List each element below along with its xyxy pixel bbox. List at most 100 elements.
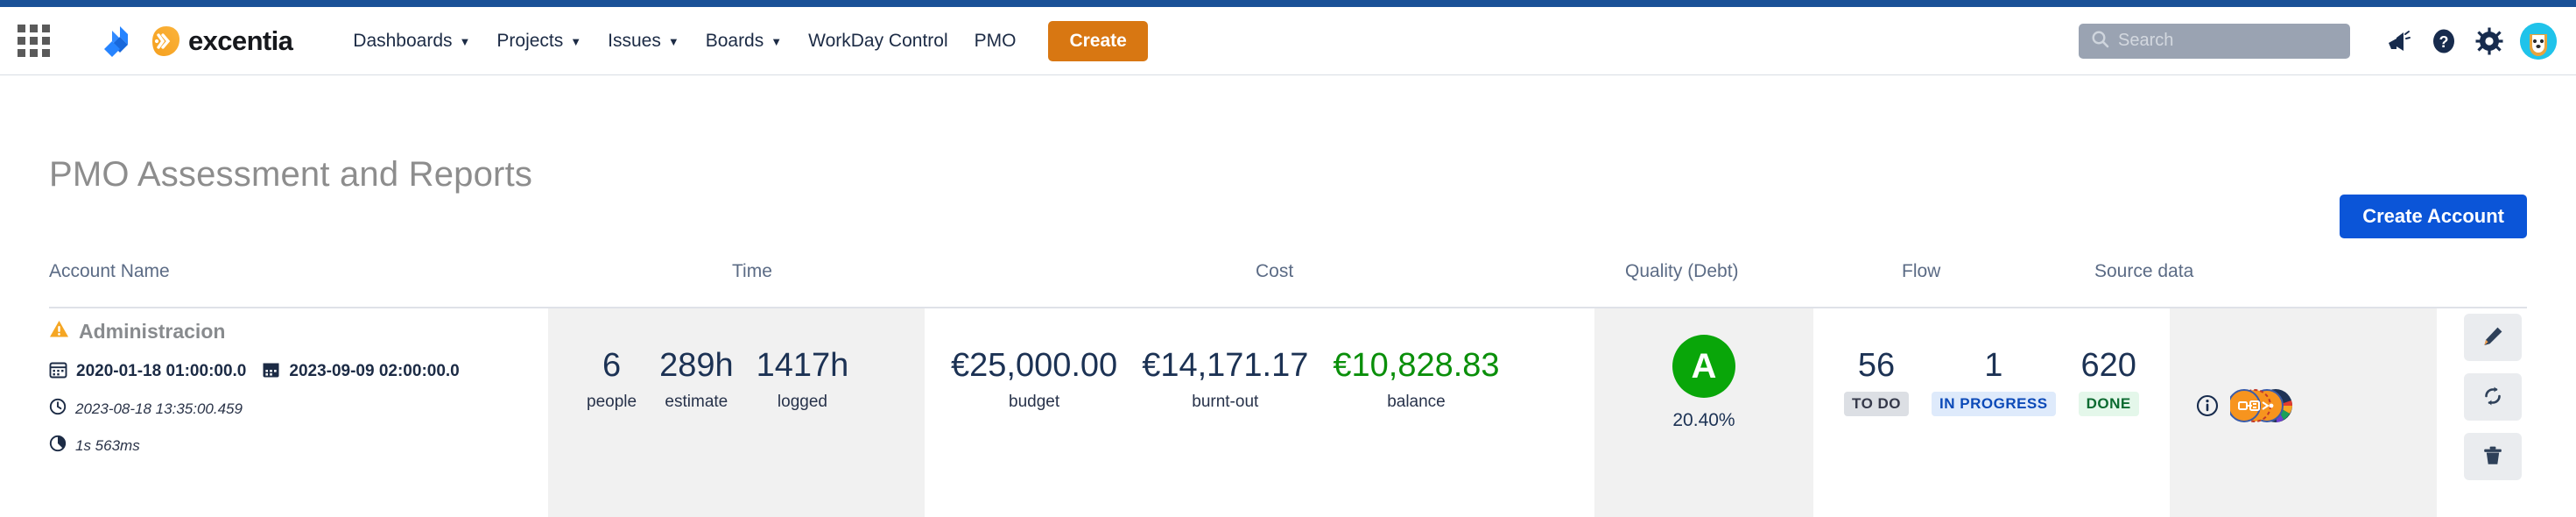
brand-logo[interactable]: excentia [95, 21, 293, 61]
metric-value: 289h [659, 347, 734, 384]
table-row: Administracion 2020-01-18 01:00:00.0 202… [49, 308, 2527, 517]
chevron-down-icon: ▼ [667, 35, 679, 48]
column-header-account-name: Account Name [49, 261, 170, 281]
metric-value: 6 [602, 347, 622, 384]
nav-item-workday-control[interactable]: WorkDay Control [795, 22, 961, 60]
account-cell: Administracion 2020-01-18 01:00:00.0 202… [49, 319, 548, 457]
time-metric-logged: 1417h logged [756, 347, 849, 412]
nav-item-dashboards[interactable]: Dashboards ▼ [340, 22, 483, 60]
nav-label: WorkDay Control [808, 30, 948, 51]
column-header-flow: Flow [1902, 261, 1941, 281]
refresh-row-button[interactable] [2464, 373, 2522, 421]
apps-grid-icon[interactable] [12, 20, 54, 62]
search-placeholder: Search [2118, 31, 2174, 50]
edit-row-button[interactable] [2464, 314, 2522, 361]
clock-icon [49, 398, 67, 420]
nav-label: Projects [496, 30, 564, 51]
flow-in-progress: 1 IN PROGRESS [1932, 347, 2056, 416]
trash-icon [2481, 444, 2504, 470]
flow-todo: 56 TO DO [1844, 347, 1910, 416]
time-cell-background [548, 308, 925, 517]
search-input[interactable]: Search [2079, 23, 2350, 59]
metric-label: logged [777, 392, 827, 411]
brand-name: excentia [188, 25, 293, 56]
column-header-source-data: Source data [2094, 261, 2194, 281]
metric-label: budget [1009, 392, 1060, 411]
warning-triangle-icon [49, 319, 69, 344]
metric-label: burnt-out [1192, 392, 1259, 411]
status-badge: DONE [2078, 391, 2139, 416]
nav-label: Issues [608, 30, 661, 51]
metric-label: estimate [665, 392, 728, 411]
navbar-right-actions: Search ? [2079, 21, 2576, 61]
account-name: Administracion [79, 320, 226, 343]
row-actions [2464, 314, 2522, 480]
cost-metric-balance: €10,828.83 balance [1333, 347, 1500, 412]
page-title: PMO Assessment and Reports [49, 154, 533, 194]
metric-label: people [587, 392, 637, 411]
nav-label: PMO [974, 30, 1017, 51]
account-updated: 2023-08-18 13:35:00.459 [49, 398, 548, 420]
nav-item-boards[interactable]: Boards ▼ [693, 22, 795, 60]
calendar-icon [49, 360, 67, 383]
excentia-badge-icon [147, 24, 182, 59]
metric-value: €14,171.17 [1142, 347, 1309, 384]
nav-item-projects[interactable]: Projects ▼ [483, 22, 595, 60]
chevron-down-icon: ▼ [570, 35, 582, 48]
quality-grade-badge: A [1672, 335, 1735, 398]
time-cell: 6 people 289h estimate 1417h logged [587, 347, 849, 412]
account-date-range: 2020-01-18 01:00:00.0 2023-09-09 02:00:0… [49, 360, 548, 383]
duration-pie-icon [49, 435, 67, 457]
nav-item-issues[interactable]: Issues ▼ [595, 22, 693, 60]
account-duration-value: 1s 563ms [75, 436, 140, 454]
help-circle-icon[interactable]: ? [2424, 21, 2464, 61]
flow-count: 1 [1984, 347, 2003, 384]
quality-percent: 20.40% [1672, 410, 1735, 430]
delete-row-button[interactable] [2464, 433, 2522, 480]
svg-text:?: ? [2439, 33, 2449, 51]
nav-label: Dashboards [353, 30, 453, 51]
account-start-date: 2020-01-18 01:00:00.0 [76, 362, 247, 380]
accounts-table: Account Name Time Cost Quality (Debt) Fl… [49, 261, 2527, 517]
metric-label: balance [1387, 392, 1446, 411]
pencil-icon [2481, 325, 2504, 351]
source-data-stack-icon[interactable] [2228, 386, 2314, 430]
jira-logo-icon [95, 21, 135, 61]
metric-value: 1417h [756, 347, 849, 384]
status-badge: TO DO [1844, 391, 1910, 416]
avatar[interactable] [2520, 22, 2557, 60]
nav-item-pmo[interactable]: PMO [961, 22, 1030, 60]
quality-cell: A 20.40% [1594, 335, 1813, 431]
info-circle-icon[interactable] [2196, 394, 2219, 421]
gear-icon[interactable] [2469, 21, 2509, 61]
column-header-time: Time [732, 261, 772, 281]
megaphone-icon[interactable] [2378, 21, 2418, 61]
top-accent-bar [0, 0, 2576, 7]
search-icon [2091, 30, 2109, 53]
flow-done: 620 DONE [2078, 347, 2139, 416]
source-data-cell [2196, 386, 2314, 430]
column-header-cost: Cost [1256, 261, 1294, 281]
flow-cell: 56 TO DO 1 IN PROGRESS 620 DONE [1844, 347, 2139, 416]
column-header-quality: Quality (Debt) [1625, 261, 1739, 281]
metric-value: €10,828.83 [1333, 347, 1500, 384]
account-end-date: 2023-09-09 02:00:00.0 [289, 362, 460, 380]
cost-cell: €25,000.00 budget €14,171.17 burnt-out €… [951, 347, 1500, 412]
metric-value: €25,000.00 [951, 347, 1118, 384]
status-badge: IN PROGRESS [1932, 391, 2056, 416]
nav-links: Dashboards ▼ Projects ▼ Issues ▼ Boards … [340, 20, 1148, 61]
chevron-down-icon: ▼ [771, 35, 783, 48]
create-account-button[interactable]: Create Account [2340, 195, 2527, 238]
nav-label: Boards [705, 30, 764, 51]
account-title[interactable]: Administracion [49, 319, 548, 344]
account-duration: 1s 563ms [49, 435, 548, 457]
time-metric-estimate: 289h estimate [659, 347, 734, 412]
main-navbar: excentia Dashboards ▼ Projects ▼ Issues … [0, 7, 2576, 75]
time-metric-people: 6 people [587, 347, 637, 412]
table-header-row: Account Name Time Cost Quality (Debt) Fl… [49, 261, 2527, 308]
sync-icon [2481, 385, 2504, 410]
chevron-down-icon: ▼ [459, 35, 471, 48]
flow-count: 620 [2080, 347, 2136, 384]
create-button[interactable]: Create [1048, 20, 1148, 61]
flow-count: 56 [1857, 347, 1896, 384]
